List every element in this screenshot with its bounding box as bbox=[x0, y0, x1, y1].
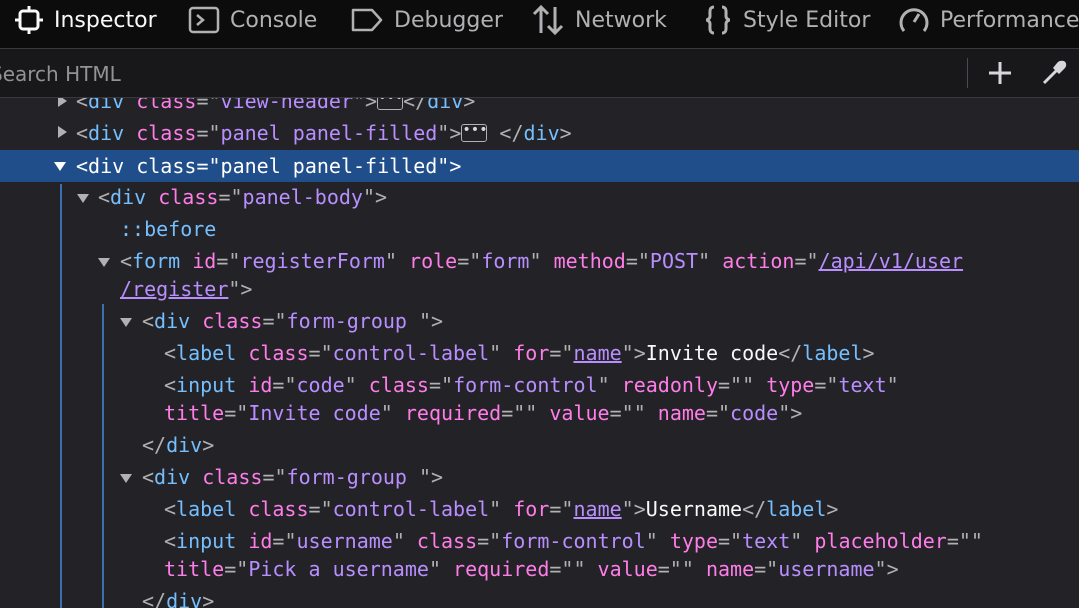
markup-node-panel-body[interactable]: <div class="panel-body"> bbox=[98, 182, 387, 212]
markup-node-input-username-wrap[interactable]: title="Pick a username" required="" valu… bbox=[164, 554, 899, 584]
indent-guide bbox=[60, 184, 62, 608]
markup-node-input-code-wrap[interactable]: title="Invite code" required="" value=""… bbox=[164, 398, 802, 428]
markup-node-label-code[interactable]: <label class="control-label" for="name">… bbox=[164, 338, 875, 368]
tab-inspector[interactable]: Inspector bbox=[14, 0, 157, 40]
plus-icon bbox=[989, 62, 1011, 84]
for-link[interactable]: name bbox=[573, 497, 621, 521]
markup-node-panel[interactable]: <div class="panel panel-filled">••• </di… bbox=[76, 118, 572, 148]
collapse-twisty[interactable] bbox=[54, 162, 66, 171]
markup-node-form-group[interactable]: <div class="form-group "> bbox=[142, 462, 443, 492]
markup-node-close-div[interactable]: </div> bbox=[142, 586, 214, 608]
markup-node-form-group[interactable]: <div class="form-group "> bbox=[142, 306, 443, 336]
tab-label: Network bbox=[575, 7, 667, 33]
markup-node-panel-selected[interactable]: <div class="panel panel-filled"> bbox=[76, 151, 461, 181]
tab-network[interactable]: Network bbox=[531, 0, 667, 40]
action-link[interactable]: /api/v1/user bbox=[819, 249, 964, 273]
collapsed-children-badge[interactable]: ••• bbox=[377, 98, 403, 110]
performance-icon bbox=[899, 8, 929, 32]
style-editor-icon bbox=[705, 5, 731, 35]
tab-label: Debugger bbox=[394, 7, 503, 33]
console-icon bbox=[188, 6, 220, 34]
tab-performance[interactable]: Performance bbox=[898, 0, 1079, 40]
markup-node-close-div[interactable]: </div> bbox=[142, 430, 214, 460]
collapse-twisty[interactable] bbox=[98, 258, 110, 267]
tab-style-editor[interactable]: Style Editor bbox=[703, 0, 870, 40]
markup-node-view-header[interactable]: <div class="view-header">•••</div> bbox=[76, 98, 475, 116]
expand-twisty[interactable] bbox=[58, 98, 67, 107]
selected-markup-row[interactable]: <div class="panel panel-filled"> bbox=[0, 150, 1079, 182]
markup-node-input-code[interactable]: <input id="code" class="form-control" re… bbox=[164, 370, 899, 400]
tab-label: Performance bbox=[940, 7, 1079, 33]
markup-node-before[interactable]: ::before bbox=[120, 214, 216, 244]
for-link[interactable]: name bbox=[573, 341, 621, 365]
indent-guide bbox=[102, 304, 104, 608]
collapse-twisty[interactable] bbox=[77, 194, 89, 203]
network-icon bbox=[532, 4, 564, 36]
tab-label: Inspector bbox=[54, 7, 157, 33]
markup-node-form[interactable]: <form id="registerForm" role="form" meth… bbox=[120, 246, 963, 276]
markup-search-bar bbox=[0, 49, 1079, 98]
eyedropper-icon bbox=[1042, 60, 1067, 85]
markup-node-form-wrap[interactable]: /register"> bbox=[120, 274, 252, 304]
search-html-input[interactable] bbox=[0, 57, 952, 91]
inspector-icon bbox=[15, 6, 43, 34]
devtools-toolbar: Inspector Console Debugger Network Style… bbox=[0, 0, 1079, 49]
tab-console[interactable]: Console bbox=[188, 0, 317, 40]
tab-debugger[interactable]: Debugger bbox=[350, 0, 503, 40]
add-node-button[interactable] bbox=[984, 57, 1016, 89]
tab-label: Style Editor bbox=[743, 7, 871, 33]
expand-twisty[interactable] bbox=[58, 126, 67, 138]
collapse-twisty[interactable] bbox=[120, 318, 132, 327]
tab-label: Console bbox=[230, 7, 318, 33]
eyedropper-button[interactable] bbox=[1038, 57, 1070, 89]
markup-node-input-username[interactable]: <input id="username" class="form-control… bbox=[164, 526, 983, 556]
toolbar-divider bbox=[967, 58, 968, 88]
debugger-icon bbox=[351, 8, 383, 32]
collapse-twisty[interactable] bbox=[120, 474, 132, 483]
collapsed-children-badge[interactable]: ••• bbox=[461, 123, 488, 142]
markup-node-label-username[interactable]: <label class="control-label" for="name">… bbox=[164, 494, 838, 524]
action-link[interactable]: /register bbox=[120, 277, 228, 301]
markup-tree: <div class="view-header">•••</div> <div … bbox=[0, 98, 1079, 608]
